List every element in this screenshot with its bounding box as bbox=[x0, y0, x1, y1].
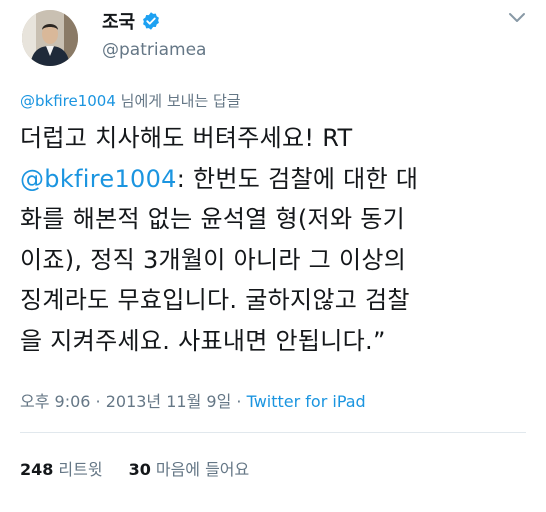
reply-mention-link[interactable]: @bkfire1004 bbox=[20, 92, 116, 110]
user-handle[interactable]: @patriamea bbox=[102, 40, 206, 60]
tweet-text-part2: : 한번도 검찰에 대한 대 화를 해본적 없는 윤석열 형(저와 동기 이죠)… bbox=[20, 164, 419, 355]
meta-separator: · bbox=[231, 392, 247, 411]
reply-context: @bkfire1004 님에게 보내는 답글 bbox=[20, 90, 241, 111]
source-link[interactable]: Twitter for iPad bbox=[247, 392, 366, 411]
chevron-down-icon[interactable] bbox=[508, 12, 526, 24]
retweets-stat[interactable]: 248 리트윗 bbox=[20, 456, 103, 480]
avatar-photo bbox=[22, 10, 78, 66]
name-row: 조국 bbox=[102, 8, 161, 34]
verified-badge-icon bbox=[143, 12, 160, 30]
likes-count: 30 bbox=[128, 460, 151, 479]
display-name[interactable]: 조국 bbox=[102, 8, 135, 34]
timestamp[interactable]: 오후 9:06 · 2013년 11월 9일 bbox=[20, 392, 231, 411]
divider bbox=[20, 432, 526, 433]
tweet-header: 조국 @patriamea bbox=[0, 0, 546, 84]
tweet-stats: 248 리트윗 30 마음에 들어요 bbox=[20, 456, 275, 480]
tweet-mention-link[interactable]: @bkfire1004 bbox=[20, 165, 177, 193]
retweets-count: 248 bbox=[20, 460, 54, 479]
retweets-label: 리트윗 bbox=[58, 460, 103, 479]
tweet-text: 더럽고 치사해도 버텨주세요! RT @bkfire1004: 한번도 검찰에 … bbox=[20, 118, 530, 361]
avatar[interactable] bbox=[22, 10, 78, 66]
tweet-meta: 오후 9:06 · 2013년 11월 9일 · Twitter for iPa… bbox=[20, 388, 366, 412]
likes-label: 마음에 들어요 bbox=[155, 460, 250, 479]
reply-suffix: 님에게 보내는 답글 bbox=[115, 92, 241, 110]
tweet-text-part1: 더럽고 치사해도 버텨주세요! RT bbox=[20, 124, 353, 152]
likes-stat[interactable]: 30 마음에 들어요 bbox=[129, 456, 250, 480]
